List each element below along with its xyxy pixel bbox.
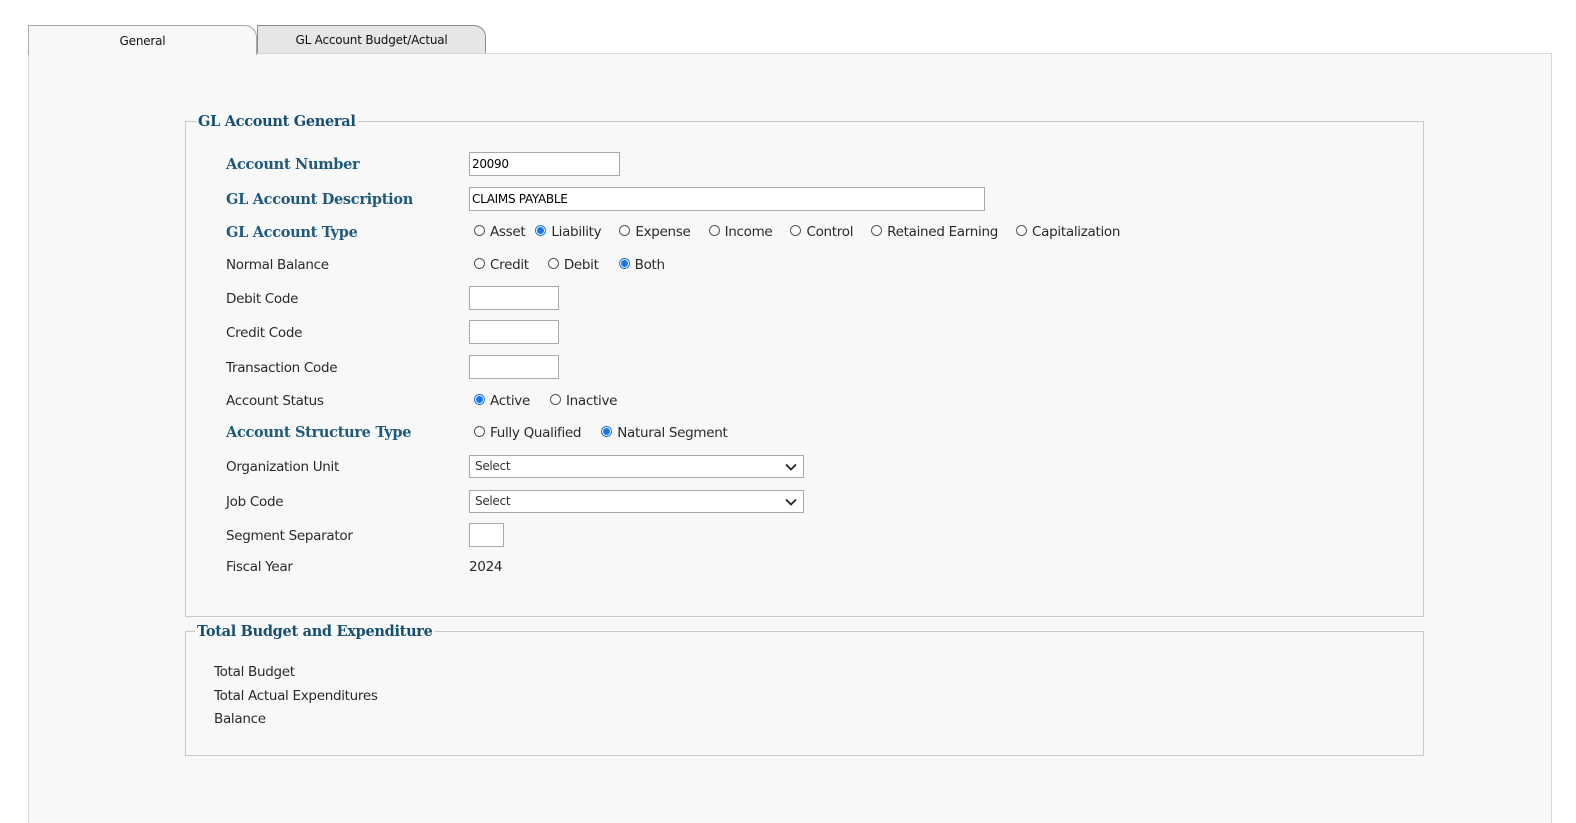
gl-account-type-radio-group: Asset Liability Expense Income Control R… — [474, 224, 1137, 240]
radio-fully-qualified[interactable] — [474, 426, 485, 437]
radio-capitalization-label: Capitalization — [1032, 224, 1121, 240]
transaction-code-input[interactable] — [469, 355, 559, 379]
radio-natural-segment[interactable] — [601, 426, 613, 437]
structure-option-fully-qualified[interactable]: Fully Qualified — [474, 425, 582, 441]
radio-control-label: Control — [806, 224, 854, 240]
organization-unit-selected-value: Select — [475, 459, 511, 473]
radio-income[interactable] — [708, 225, 720, 236]
total-budget-label: Total Budget — [214, 664, 295, 680]
organization-unit-label: Organization Unit — [226, 459, 339, 475]
radio-both[interactable] — [618, 258, 630, 269]
job-code-selected-value: Select — [475, 494, 511, 508]
radio-credit[interactable] — [474, 258, 485, 269]
radio-expense[interactable] — [619, 225, 631, 236]
radio-retained-earning-label: Retained Earning — [887, 224, 999, 240]
balance-label: Balance — [214, 711, 266, 727]
account-status-option-active[interactable]: Active — [474, 393, 530, 409]
normal-balance-option-both[interactable]: Both — [618, 257, 665, 273]
segment-separator-label: Segment Separator — [226, 528, 353, 544]
gl-account-description-label: GL Account Description — [226, 191, 413, 208]
normal-balance-option-credit[interactable]: Credit — [474, 257, 529, 273]
account-structure-type-radio-group: Fully Qualified Natural Segment — [474, 425, 745, 441]
job-code-label: Job Code — [226, 494, 284, 510]
fiscal-year-value: 2024 — [469, 559, 503, 575]
credit-code-label: Credit Code — [226, 325, 303, 341]
radio-liability-label: Liability — [551, 224, 602, 240]
account-type-option-control[interactable]: Control — [790, 224, 853, 240]
radio-debit-label: Debit — [563, 257, 599, 273]
radio-fully-qualified-label: Fully Qualified — [490, 425, 582, 441]
account-type-option-retained-earning[interactable]: Retained Earning — [871, 224, 998, 240]
tab-gl-account-budget-actual[interactable]: GL Account Budget/Actual — [257, 25, 486, 53]
account-type-option-expense[interactable]: Expense — [619, 224, 691, 240]
radio-both-label: Both — [634, 257, 665, 273]
account-type-option-asset[interactable]: Asset — [474, 224, 526, 240]
gl-account-description-input[interactable]: CLAIMS PAYABLE — [469, 187, 985, 211]
normal-balance-label: Normal Balance — [226, 257, 329, 273]
radio-income-label: Income — [724, 224, 773, 240]
total-budget-expenditure-legend: Total Budget and Expenditure — [197, 623, 433, 640]
gl-account-general-legend: GL Account General — [198, 113, 356, 130]
job-code-select[interactable]: Select — [469, 490, 804, 513]
radio-inactive[interactable] — [549, 394, 561, 405]
fiscal-year-label: Fiscal Year — [226, 559, 293, 575]
transaction-code-label: Transaction Code — [226, 360, 338, 376]
radio-active[interactable] — [474, 394, 485, 405]
total-actual-expenditures-label: Total Actual Expenditures — [214, 688, 378, 704]
radio-liability[interactable] — [535, 225, 547, 236]
radio-debit[interactable] — [547, 258, 559, 269]
debit-code-input[interactable] — [469, 286, 559, 310]
tab-general[interactable]: General — [28, 25, 257, 55]
organization-unit-select[interactable]: Select — [469, 455, 804, 478]
account-number-label: Account Number — [226, 156, 360, 173]
account-type-option-capitalization[interactable]: Capitalization — [1016, 224, 1120, 240]
radio-credit-label: Credit — [490, 257, 529, 273]
account-type-option-income[interactable]: Income — [708, 224, 773, 240]
gl-account-type-label: GL Account Type — [226, 224, 358, 241]
account-structure-type-label: Account Structure Type — [226, 424, 412, 441]
segment-separator-input[interactable] — [469, 523, 504, 547]
radio-capitalization[interactable] — [1016, 225, 1028, 236]
account-type-option-liability[interactable]: Liability — [535, 224, 602, 240]
radio-asset-label: Asset — [490, 224, 526, 240]
radio-natural-segment-label: Natural Segment — [617, 425, 728, 441]
chevron-down-icon — [785, 498, 797, 506]
radio-expense-label: Expense — [635, 224, 691, 240]
normal-balance-radio-group: Credit Debit Both — [474, 257, 682, 273]
account-status-radio-group: Active Inactive — [474, 393, 634, 409]
radio-control[interactable] — [790, 225, 802, 236]
debit-code-label: Debit Code — [226, 291, 299, 307]
account-status-option-inactive[interactable]: Inactive — [549, 393, 618, 409]
account-status-label: Account Status — [226, 393, 324, 409]
normal-balance-option-debit[interactable]: Debit — [547, 257, 599, 273]
account-number-input[interactable]: 20090 — [469, 152, 620, 176]
radio-active-label: Active — [490, 393, 530, 409]
chevron-down-icon — [785, 463, 797, 471]
radio-retained-earning[interactable] — [871, 225, 883, 236]
radio-inactive-label: Inactive — [565, 393, 618, 409]
radio-asset[interactable] — [474, 225, 485, 236]
credit-code-input[interactable] — [469, 320, 559, 344]
structure-option-natural-segment[interactable]: Natural Segment — [601, 425, 728, 441]
